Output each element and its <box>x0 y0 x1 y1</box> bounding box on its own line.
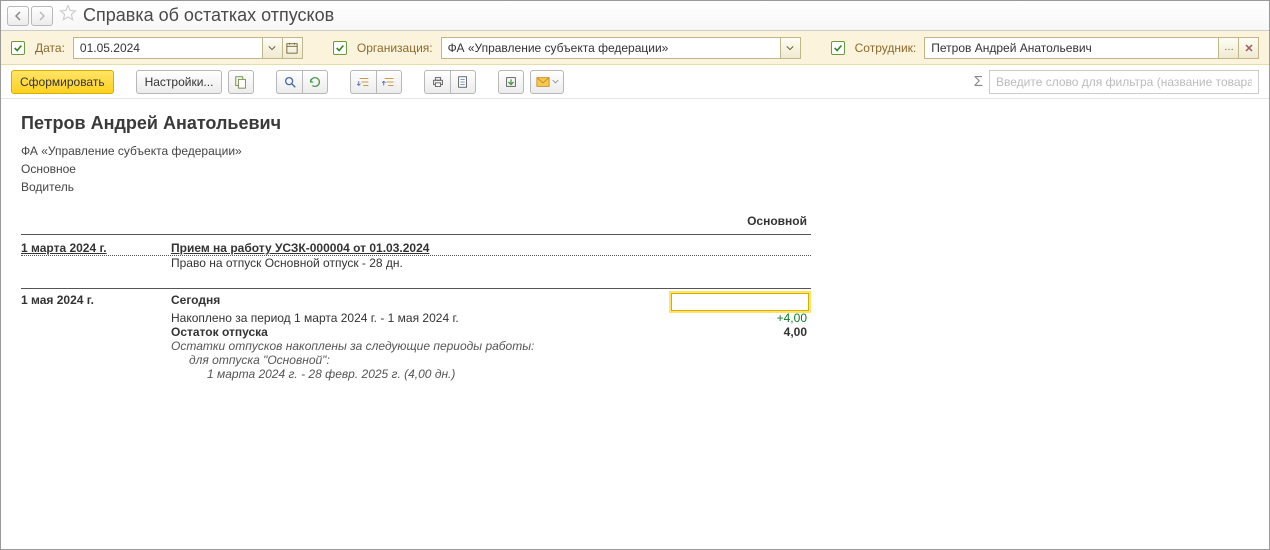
note-vacation-type: для отпуска "Основной": <box>171 353 671 367</box>
today-date: 1 мая 2024 г. <box>21 293 171 307</box>
report-contract: Основное <box>21 160 1249 178</box>
report-org: ФА «Управление субъекта федерации» <box>21 142 1249 160</box>
titlebar: Справка об остатках отпусков <box>1 1 1269 31</box>
emp-label: Сотрудник: <box>855 41 917 55</box>
emp-clear-button[interactable] <box>1239 37 1259 59</box>
back-button[interactable] <box>7 6 29 26</box>
column-header-main: Основной <box>671 214 811 228</box>
collapse-all-button[interactable] <box>376 70 402 94</box>
org-dropdown-button[interactable] <box>781 37 801 59</box>
accumulated-value: +4,00 <box>671 311 811 325</box>
save-button[interactable] <box>498 70 524 94</box>
hire-date: 1 марта 2024 г. <box>21 241 171 255</box>
forward-button[interactable] <box>31 6 53 26</box>
sum-icon[interactable]: Σ <box>974 73 983 90</box>
emp-open-button[interactable]: … <box>1219 37 1239 59</box>
balance-value: 4,00 <box>671 325 811 339</box>
today-label: Сегодня <box>171 293 671 307</box>
find-button[interactable] <box>276 70 302 94</box>
report-person-name: Петров Андрей Анатольевич <box>21 113 1249 134</box>
emp-checkbox[interactable] <box>831 41 845 55</box>
report-position: Водитель <box>21 178 1249 196</box>
print-preview-button[interactable] <box>450 70 476 94</box>
org-label: Организация: <box>357 41 433 55</box>
date-calendar-button[interactable] <box>283 37 303 59</box>
note-periods-header: Остатки отпусков накоплены за следующие … <box>171 339 671 353</box>
page-title: Справка об остатках отпусков <box>83 5 334 26</box>
accumulated-text: Накоплено за период 1 марта 2024 г. - 1 … <box>171 311 671 325</box>
hire-right-text: Право на отпуск Основной отпуск - 28 дн. <box>171 256 671 270</box>
filter-bar: Дата: 01.05.2024 Организация: ФА «Управл… <box>1 31 1269 65</box>
note-period-detail: 1 марта 2024 г. - 28 февр. 2025 г. (4,00… <box>171 367 671 381</box>
refresh-button[interactable] <box>302 70 328 94</box>
variants-button[interactable] <box>228 70 254 94</box>
generate-button[interactable]: Сформировать <box>11 70 114 94</box>
date-checkbox[interactable] <box>11 41 25 55</box>
favorite-star-icon[interactable] <box>59 4 77 27</box>
expand-all-button[interactable] <box>350 70 376 94</box>
send-email-button[interactable] <box>530 70 564 94</box>
filter-input[interactable] <box>989 70 1259 94</box>
date-field[interactable]: 01.05.2024 <box>73 37 263 59</box>
emp-field[interactable]: Петров Андрей Анатольевич <box>924 37 1219 59</box>
org-field[interactable]: ФА «Управление субъекта федерации» <box>441 37 781 59</box>
toolbar: Сформировать Настройки... <box>1 65 1269 99</box>
report-area: Петров Андрей Анатольевич ФА «Управление… <box>1 99 1269 393</box>
hire-doc-link[interactable]: Прием на работу УСЗК-000004 от 01.03.202… <box>171 241 429 255</box>
date-dropdown-button[interactable] <box>263 37 283 59</box>
settings-button[interactable]: Настройки... <box>136 70 223 94</box>
org-checkbox[interactable] <box>333 41 347 55</box>
app-window: Справка об остатках отпусков Дата: 01.05… <box>0 0 1270 550</box>
balance-label: Остаток отпуска <box>171 325 671 339</box>
print-button[interactable] <box>424 70 450 94</box>
date-label: Дата: <box>35 41 65 55</box>
selected-cell[interactable] <box>671 293 811 311</box>
